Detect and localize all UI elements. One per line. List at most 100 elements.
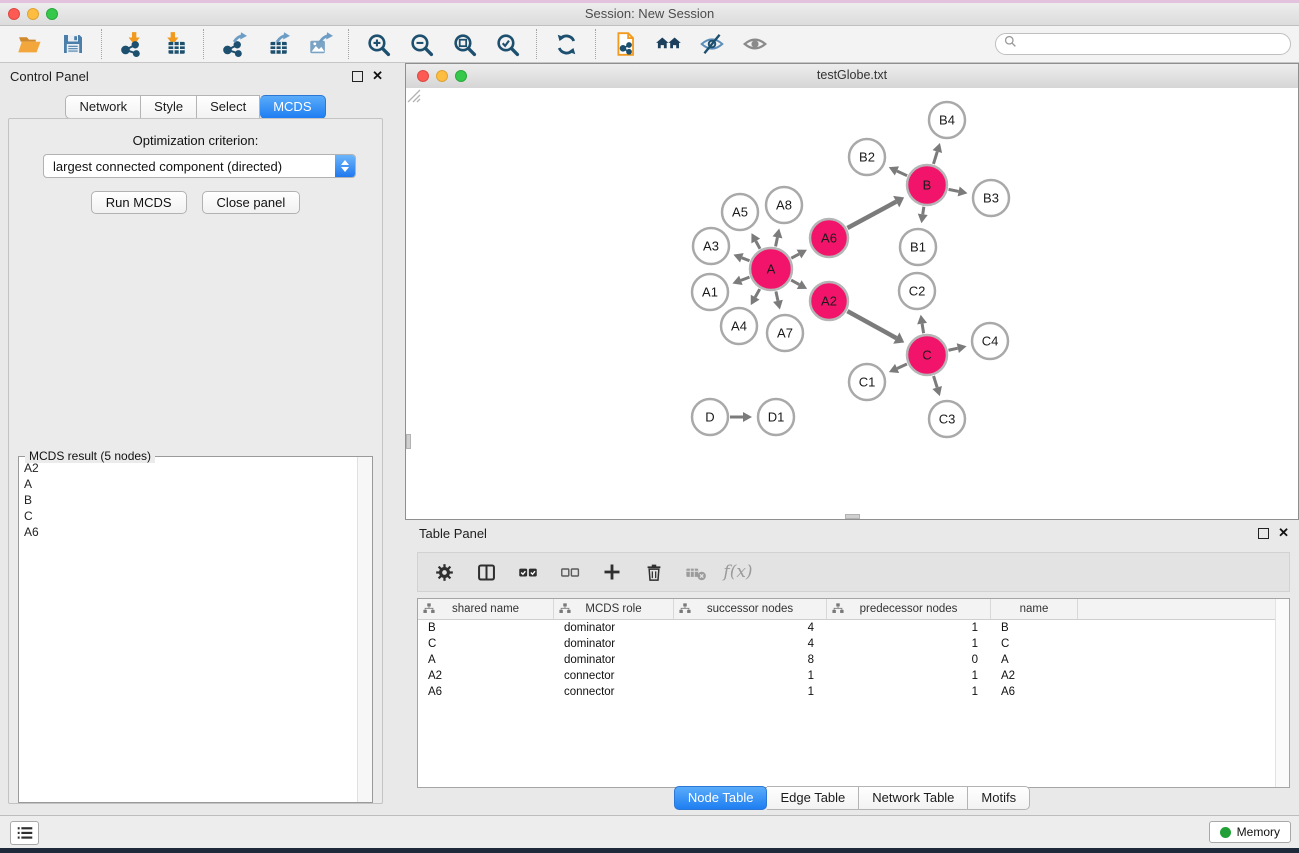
graph-node-B3[interactable]: B3 (973, 180, 1009, 216)
graph-edge-A-A3[interactable] (733, 253, 749, 262)
export-image-button[interactable] (298, 28, 341, 61)
graph-edge-A-A7[interactable] (773, 291, 783, 309)
tab-mcds[interactable]: MCDS (260, 95, 325, 119)
tab-edge-table[interactable]: Edge Table (767, 786, 859, 810)
canvas-left-scrollbar[interactable] (406, 434, 411, 449)
search-box[interactable] (995, 33, 1291, 55)
graph-node-B4[interactable]: B4 (929, 102, 965, 138)
graph-edge-C-C4[interactable] (948, 343, 966, 353)
save-session-button[interactable] (51, 28, 94, 61)
graph-node-A6[interactable]: A6 (810, 219, 848, 257)
graph-edge-B-B2[interactable] (889, 166, 907, 175)
graph-node-B[interactable]: B (907, 165, 947, 205)
zoom-selected-button[interactable] (486, 28, 529, 61)
graph-edge-A-A4[interactable] (751, 289, 760, 305)
graph-node-C4[interactable]: C4 (972, 323, 1008, 359)
close-panel-button[interactable]: Close panel (202, 191, 301, 214)
tab-motifs[interactable]: Motifs (968, 786, 1030, 810)
tab-network[interactable]: Network (65, 95, 141, 119)
table-row[interactable]: Cdominator41C (418, 636, 1289, 652)
refresh-layout-button[interactable] (545, 28, 588, 61)
graph-edge-B-B4[interactable] (933, 143, 943, 164)
close-panel-icon[interactable]: ✕ (372, 70, 383, 82)
show-all-button[interactable] (733, 28, 776, 61)
criterion-select[interactable]: largest connected component (directed) (43, 154, 356, 178)
graph-edge-A-A1[interactable] (732, 276, 749, 285)
column-header-name[interactable]: name (991, 599, 1078, 619)
copy-network-button[interactable] (604, 28, 647, 61)
graph-node-A1[interactable]: A1 (692, 274, 728, 310)
search-input[interactable] (1022, 36, 1282, 52)
column-layout-button[interactable] (468, 556, 504, 588)
unselect-all-columns-button[interactable] (552, 556, 588, 588)
graph-edge-C-C3[interactable] (932, 376, 942, 396)
graph-edge-A-A2[interactable] (791, 280, 807, 289)
tab-network-table[interactable]: Network Table (859, 786, 968, 810)
delete-column-button[interactable] (636, 556, 672, 588)
graph-edge-B-B1[interactable] (918, 207, 928, 223)
table-scrollbar[interactable] (1275, 599, 1289, 787)
table-row[interactable]: A6connector11A6 (418, 684, 1289, 700)
graph-edge-C-C2[interactable] (917, 315, 927, 334)
run-mcds-button[interactable]: Run MCDS (91, 191, 187, 214)
result-list-item[interactable]: A6 (20, 524, 357, 540)
import-network-button[interactable] (110, 28, 153, 61)
zoom-fit-button[interactable] (443, 28, 486, 61)
graph-node-A[interactable]: A (750, 248, 792, 290)
export-table-button[interactable] (255, 28, 298, 61)
graph-node-A7[interactable]: A7 (767, 315, 803, 351)
table-float-panel-icon[interactable] (1258, 528, 1269, 539)
home-view-button[interactable] (647, 28, 690, 61)
table-row[interactable]: A2connector11A2 (418, 668, 1289, 684)
task-history-button[interactable] (10, 821, 39, 845)
float-panel-icon[interactable] (352, 71, 363, 82)
result-list-item[interactable]: C (20, 508, 357, 524)
graph-node-A4[interactable]: A4 (721, 308, 757, 344)
graph-node-C3[interactable]: C3 (929, 401, 965, 437)
graph-node-C2[interactable]: C2 (899, 273, 935, 309)
table-close-panel-icon[interactable]: ✕ (1278, 527, 1289, 539)
memory-button[interactable]: Memory (1209, 821, 1291, 843)
zoom-out-button[interactable] (400, 28, 443, 61)
result-list-item[interactable]: B (20, 492, 357, 508)
graph-node-D[interactable]: D (692, 399, 728, 435)
network-canvas[interactable]: A A1 A2 A3 A4 A5 A6 A7 A8 B B1 B2 B3 B4 C C1 C2 C3 C4 D D1 (406, 88, 1298, 519)
table-settings-button[interactable] (426, 556, 462, 588)
graph-edge-A6-B[interactable] (847, 196, 904, 228)
graph-node-A2[interactable]: A2 (810, 282, 848, 320)
graph-node-B2[interactable]: B2 (849, 139, 885, 175)
graph-node-C1[interactable]: C1 (849, 364, 885, 400)
graph-node-A3[interactable]: A3 (693, 228, 729, 264)
graph-node-D1[interactable]: D1 (758, 399, 794, 435)
graph-edge-C-C1[interactable] (889, 364, 907, 373)
graph-node-C[interactable]: C (907, 335, 947, 375)
graph-edge-B-B3[interactable] (949, 187, 968, 197)
column-header-shared-name[interactable]: shared name (418, 599, 554, 619)
export-network-button[interactable] (212, 28, 255, 61)
tab-node-table[interactable]: Node Table (674, 786, 768, 810)
column-header-successor-nodes[interactable]: successor nodes (674, 599, 827, 619)
graph-edge-A-A6[interactable] (791, 250, 807, 259)
graph-node-A8[interactable]: A8 (766, 187, 802, 223)
graph-node-B1[interactable]: B1 (900, 229, 936, 265)
result-scrollbar[interactable] (357, 457, 372, 802)
resize-grip[interactable] (406, 88, 421, 103)
graph-edge-A-A8[interactable] (773, 229, 783, 247)
column-header-predecessor-nodes[interactable]: predecessor nodes (827, 599, 991, 619)
open-file-button[interactable] (8, 28, 51, 61)
table-row[interactable]: Adominator80A (418, 652, 1289, 668)
result-list-item[interactable]: A (20, 476, 357, 492)
result-list-item[interactable]: A2 (20, 460, 357, 476)
graph-edge-A-A5[interactable] (751, 233, 760, 249)
select-all-columns-button[interactable] (510, 556, 546, 588)
hide-selected-button[interactable] (690, 28, 733, 61)
add-column-button[interactable] (594, 556, 630, 588)
import-table-button[interactable] (153, 28, 196, 61)
table-row[interactable]: Bdominator41B (418, 620, 1289, 636)
graph-edge-A2-C[interactable] (847, 311, 904, 344)
graph-node-A5[interactable]: A5 (722, 194, 758, 230)
tab-select[interactable]: Select (197, 95, 260, 119)
tab-style[interactable]: Style (141, 95, 197, 119)
canvas-bottom-scrollbar[interactable] (845, 514, 860, 519)
column-header-MCDS-role[interactable]: MCDS role (554, 599, 674, 619)
